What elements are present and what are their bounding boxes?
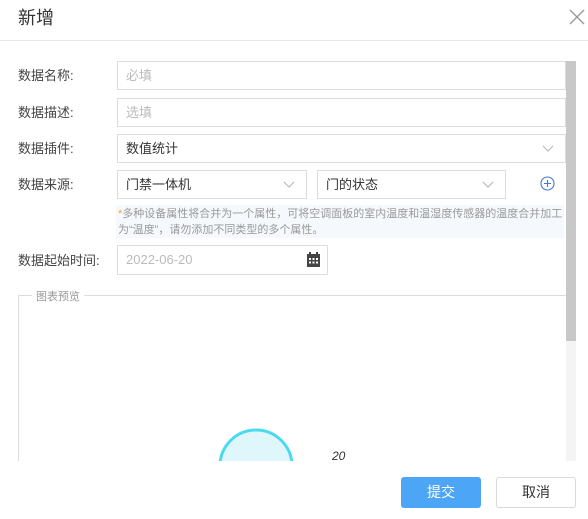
start-time-label: 数据起始时间: xyxy=(18,253,100,268)
start-date-input[interactable]: 2022-06-20 xyxy=(117,245,328,275)
gauge-ring xyxy=(218,428,294,464)
name-label: 数据名称: xyxy=(18,68,74,83)
chevron-down-icon xyxy=(542,145,554,152)
title-divider xyxy=(0,40,588,41)
add-circle-icon[interactable] xyxy=(540,176,555,191)
hint-text: 多种设备属性将合并为一个属性，可将空调面板的室内温度和温湿度传感器的温度合并加工… xyxy=(118,208,563,236)
plugin-select-value: 数值统计 xyxy=(126,141,179,156)
scrollbar[interactable] xyxy=(566,61,576,461)
source-attr-select[interactable]: 门的状态 xyxy=(317,170,506,199)
cancel-button[interactable]: 取消 xyxy=(496,477,576,508)
calendar-icon xyxy=(307,252,320,267)
name-input[interactable]: 必填 xyxy=(117,61,566,90)
submit-button[interactable]: 提交 xyxy=(401,477,481,508)
source-device-select[interactable]: 门禁一体机 xyxy=(117,170,307,199)
source-label: 数据来源: xyxy=(18,177,74,192)
desc-label: 数据描述: xyxy=(18,105,74,120)
plugin-select[interactable]: 数值统计 xyxy=(117,134,566,163)
plugin-label: 数据插件: xyxy=(18,141,74,156)
source-attr-value: 门的状态 xyxy=(326,177,379,192)
chevron-down-icon xyxy=(482,181,494,188)
chart-preview: 20 xyxy=(218,428,346,464)
start-date-value: 2022-06-20 xyxy=(126,252,193,267)
dialog-title: 新增 xyxy=(18,8,54,28)
source-device-value: 门禁一体机 xyxy=(126,177,192,192)
chevron-down-icon xyxy=(283,181,295,188)
scrollbar-thumb[interactable] xyxy=(566,61,576,341)
source-hint: *多种设备属性将合并为一个属性，可将空调面板的室内温度和温湿度传感器的温度合并加… xyxy=(116,205,564,238)
desc-input[interactable]: 选填 xyxy=(117,98,566,127)
close-icon[interactable] xyxy=(568,8,586,26)
